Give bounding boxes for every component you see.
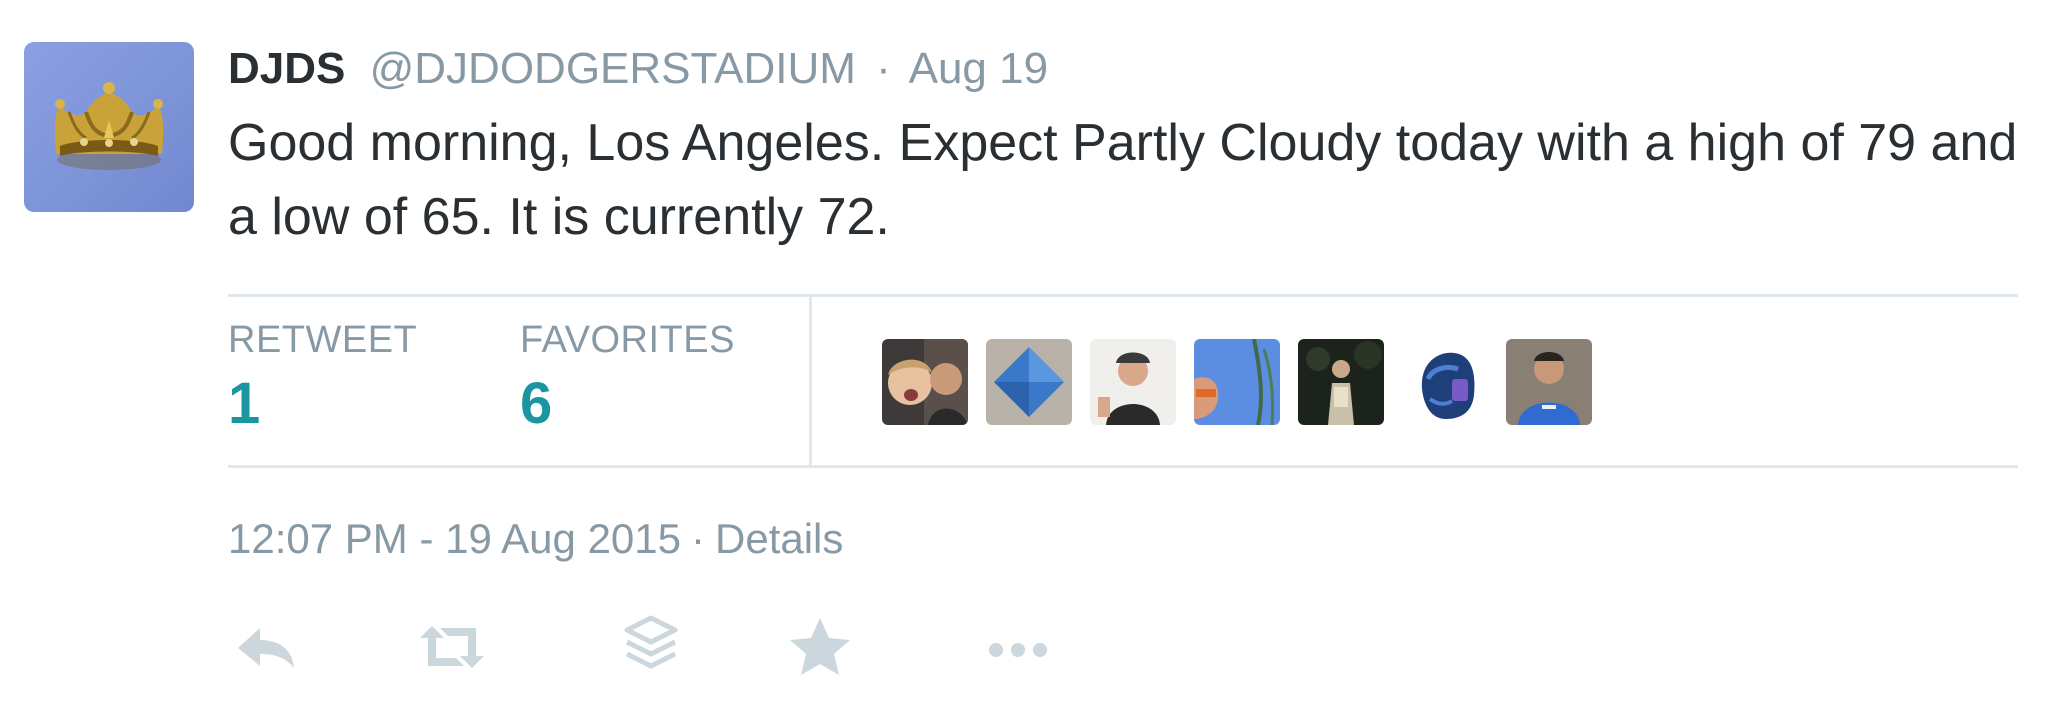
favoriter-avatar[interactable] (1402, 339, 1488, 425)
favoriter-avatar[interactable] (986, 339, 1072, 425)
favoriter-avatar[interactable] (1506, 339, 1592, 425)
add-to-collection-button[interactable] (611, 612, 691, 682)
display-name[interactable]: DJDS (228, 44, 345, 93)
timestamp-text: 12:07 PM - 19 Aug 2015 (228, 515, 681, 562)
tweet-timestamp: 12:07 PM - 19 Aug 2015 · Details (228, 508, 843, 570)
favoriter-avatar[interactable] (1194, 339, 1280, 425)
crown-icon (54, 82, 164, 170)
favorite-star-icon (790, 618, 850, 675)
more-options-button[interactable] (978, 612, 1058, 682)
retweet-stat[interactable]: RETWEET 1 (228, 317, 417, 439)
header-separator: · (876, 44, 891, 93)
details-link[interactable]: Details (715, 515, 843, 562)
tweet-date[interactable]: Aug 19 (909, 44, 1048, 93)
favorites-label: FAVORITES (520, 319, 735, 361)
retweet-icon (420, 626, 484, 668)
user-handle[interactable]: @DJDODGERSTADIUM (370, 44, 856, 93)
profile-avatar[interactable] (24, 42, 194, 212)
favoriter-avatar[interactable] (1298, 339, 1384, 425)
favoriter-avatar[interactable] (1090, 339, 1176, 425)
favoriter-avatar[interactable] (882, 339, 968, 425)
retweet-button[interactable] (412, 612, 492, 682)
retweet-count: 1 (228, 371, 261, 436)
reply-button[interactable] (228, 612, 308, 682)
tweet-text: Good morning, Los Angeles. Expect Partly… (228, 114, 2018, 246)
favorites-count: 6 (520, 371, 553, 436)
timestamp-separator: · (691, 515, 705, 562)
retweet-label: RETWEET (228, 319, 418, 361)
reply-icon (238, 628, 294, 668)
favorite-button[interactable] (780, 612, 860, 682)
more-icon (989, 643, 1047, 657)
tweet-stats: RETWEET 1 FAVORITES 6 (228, 294, 2018, 468)
stack-icon (624, 615, 678, 669)
stats-divider (809, 297, 812, 465)
tweet-header: DJDS @DJDODGERSTADIUM · Aug 19 (228, 38, 1048, 100)
favorites-stat[interactable]: FAVORITES 6 (520, 317, 735, 439)
tweet: DJDS @DJDODGERSTADIUM · Aug 19 Good morn… (0, 0, 2048, 704)
